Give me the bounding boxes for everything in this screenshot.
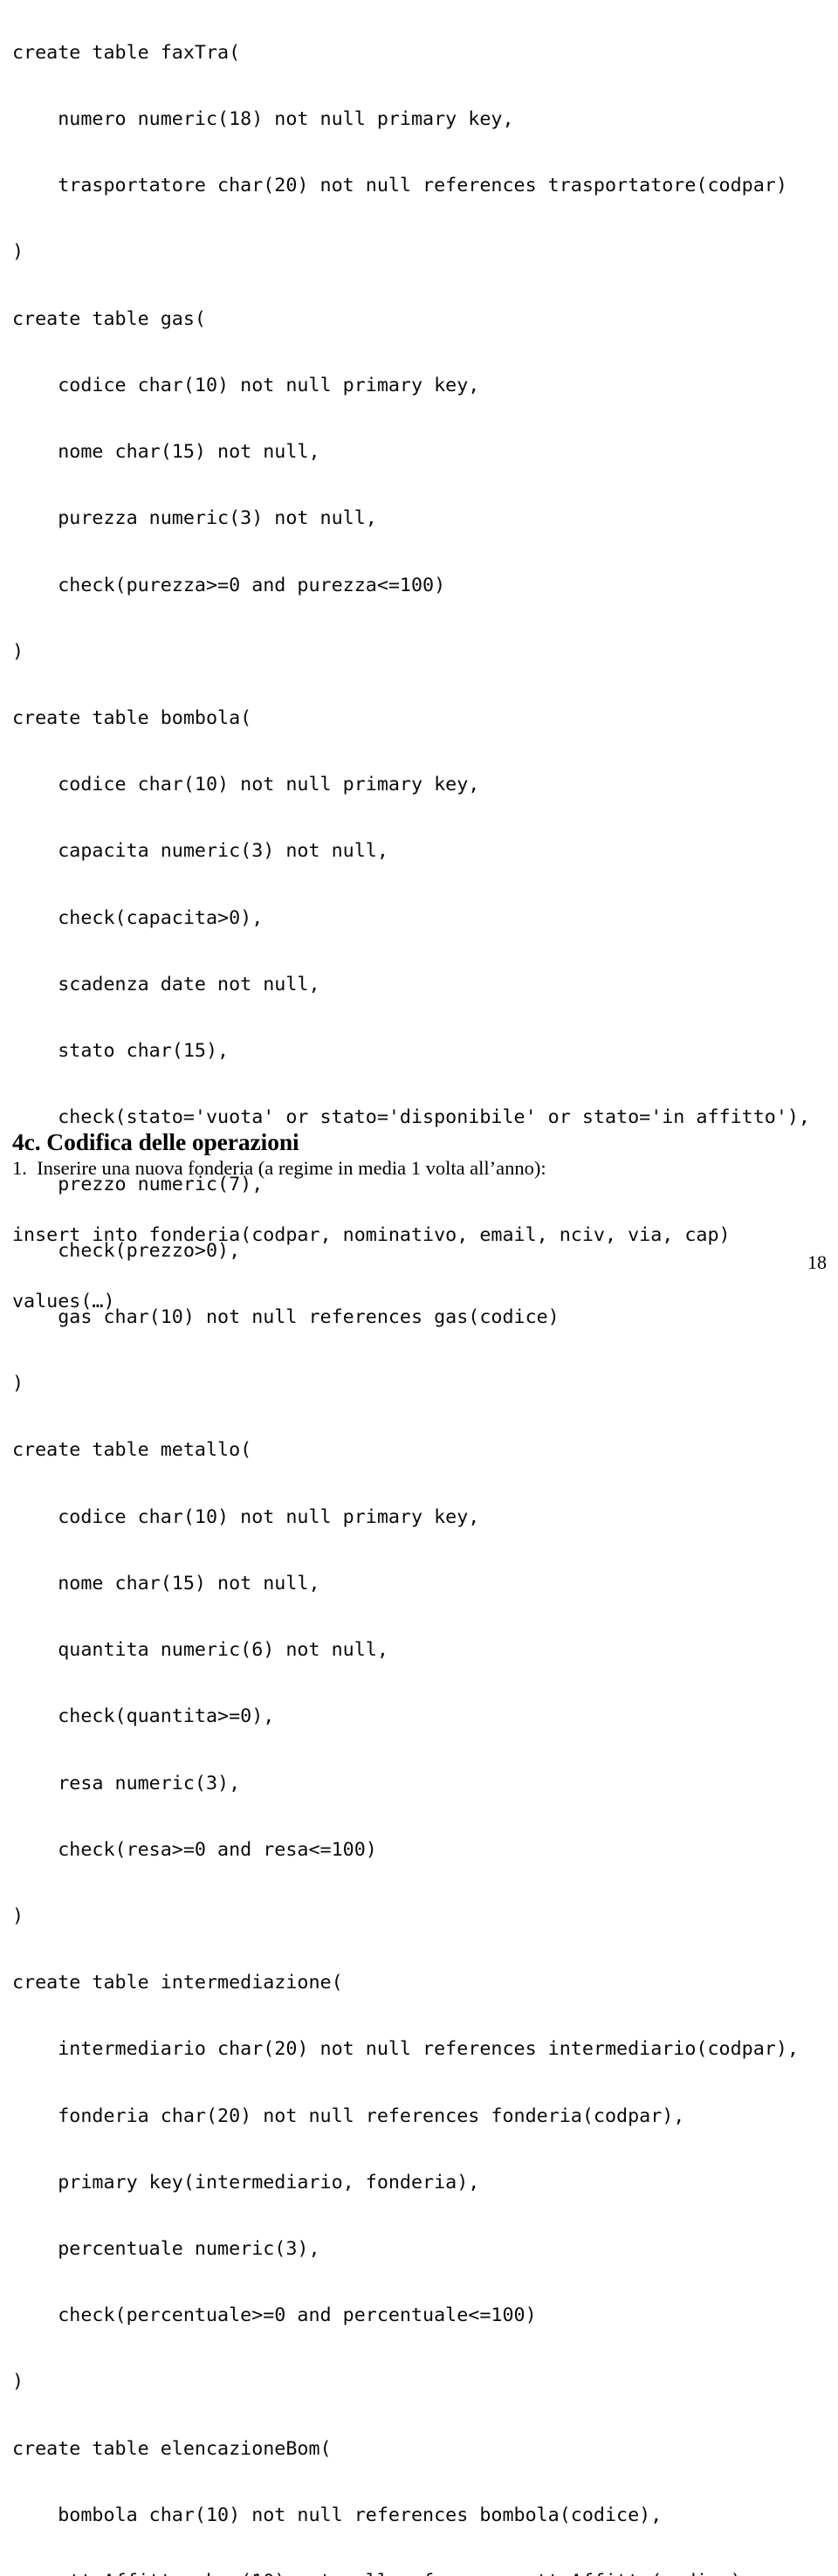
code-line: capacita numeric(3) not null, — [12, 840, 388, 863]
code-line: codice char(10) not null primary key, — [12, 1505, 480, 1528]
code-line: trasportatore char(20) not null referenc… — [12, 175, 787, 197]
code-line: purezza numeric(3) not null, — [12, 507, 377, 530]
code-line: ) — [12, 2371, 24, 2393]
code-line: scadenza date not null, — [12, 973, 320, 995]
code-line: create table bombola( — [12, 707, 252, 729]
code-line: check(capacita>0), — [12, 906, 264, 929]
code-line: bombola char(10) not null references bom… — [12, 2504, 663, 2526]
code-line: ) — [12, 241, 24, 264]
code-line: create table faxTra( — [12, 41, 241, 64]
code-line: create table intermediazione( — [12, 1972, 343, 1994]
code-line: nome char(15) not null, — [12, 1572, 320, 1595]
code-line: stato char(15), — [12, 1040, 230, 1063]
code-line: fonderia char(20) not null references fo… — [12, 2104, 685, 2127]
code-line: ) — [12, 1904, 24, 1927]
document-page: create table faxTra( numero numeric(18) … — [0, 0, 838, 2576]
code-line: intermediario char(20) not null referenc… — [12, 2038, 799, 2061]
code-line: attoAffitto char(10) not null references… — [12, 2571, 838, 2576]
code-line: codice char(10) not null primary key, — [12, 374, 480, 396]
section-heading: 4c. Codifica delle operazioni — [12, 1127, 299, 1155]
code-line: quantita numeric(6) not null, — [12, 1639, 388, 1662]
code-line: primary key(intermediario, fonderia), — [12, 2171, 480, 2194]
code-line: create table gas( — [12, 307, 206, 330]
code-line: ) — [12, 1373, 24, 1395]
code-line: check(purezza>=0 and purezza<=100) — [12, 574, 446, 596]
code-line: values(…) — [12, 1291, 115, 1313]
operation-item-label: 1. Inserire una nuova fonderia (a regime… — [12, 1157, 546, 1179]
code-line: resa numeric(3), — [12, 1772, 241, 1794]
code-line: check(resa>=0 and resa<=100) — [12, 1838, 377, 1861]
code-line: ) — [12, 640, 24, 663]
code-line: numero numeric(18) not null primary key, — [12, 108, 514, 131]
code-line: insert into fonderia(codpar, nominativo,… — [12, 1223, 731, 1246]
code-line: percentuale numeric(3), — [12, 2238, 320, 2261]
operations-list: 1. Inserire una nuova fonderia (a regime… — [12, 1156, 815, 1180]
code-line: check(quantita>=0), — [12, 1705, 275, 1728]
code-line: check(percentuale>=0 and percentuale<=10… — [12, 2304, 537, 2327]
code-line: check(stato='vuota' or stato='disponibil… — [12, 1106, 810, 1129]
code-line: codice char(10) not null primary key, — [12, 774, 480, 796]
code-line: nome char(15) not null, — [12, 441, 320, 464]
code-line: create table elencazioneBom( — [12, 2437, 332, 2460]
page-number: 18 — [807, 1251, 827, 1273]
operation-sql-code: insert into fonderia(codpar, nominativo,… — [12, 1180, 731, 1357]
code-line: create table metallo( — [12, 1439, 252, 1462]
